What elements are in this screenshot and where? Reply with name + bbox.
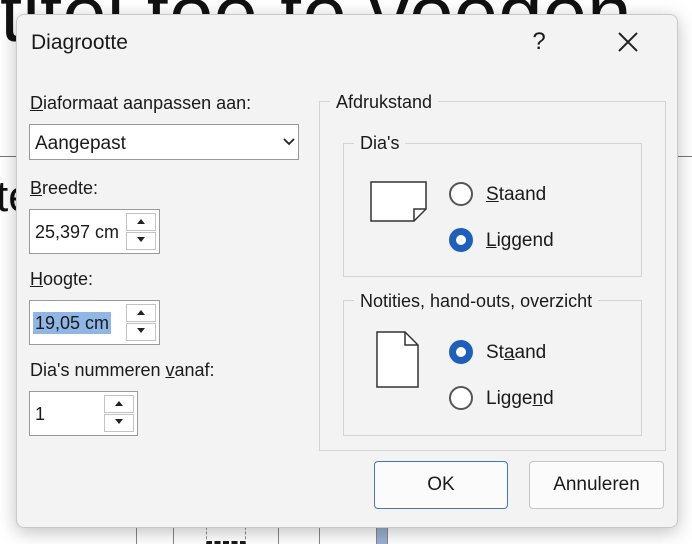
help-button[interactable]: ? bbox=[527, 25, 551, 59]
chevron-down-icon bbox=[283, 138, 295, 146]
height-input[interactable]: 19,05 cm bbox=[33, 312, 112, 334]
slides-portrait-label[interactable]: Staand bbox=[486, 184, 546, 206]
slide-size-value: Aangepast bbox=[35, 133, 126, 154]
dialog-titlebar: Diagrootte ? bbox=[17, 15, 677, 71]
cancel-button[interactable]: Annuleren bbox=[529, 461, 664, 509]
number-from-decrement-button[interactable] bbox=[104, 414, 134, 432]
height-decrement-button[interactable] bbox=[126, 323, 156, 341]
slide-size-select[interactable]: Aangepast bbox=[29, 124, 299, 160]
width-input[interactable]: 25,397 cm bbox=[35, 222, 119, 243]
notes-group-label: Notities, hand-outs, overzicht bbox=[354, 291, 599, 312]
number-from-increment-button[interactable] bbox=[104, 395, 134, 413]
triangle-down-icon bbox=[137, 237, 145, 242]
slide-size-for-label: Diaformaat aanpassen aan: bbox=[30, 93, 252, 113]
triangle-down-icon bbox=[115, 419, 123, 424]
number-slides-from-label: Dia's nummeren vanaf: bbox=[30, 360, 215, 380]
slide-landscape-icon bbox=[370, 181, 427, 222]
number-from-input[interactable]: 1 bbox=[35, 404, 45, 425]
width-decrement-button[interactable] bbox=[126, 232, 156, 250]
height-selected-text: 19,05 cm bbox=[33, 312, 112, 334]
close-button[interactable] bbox=[613, 25, 643, 59]
number-from-spinner[interactable]: 1 bbox=[29, 391, 138, 436]
triangle-down-icon bbox=[137, 328, 145, 333]
notes-landscape-radio[interactable] bbox=[449, 386, 473, 410]
close-icon bbox=[618, 32, 638, 52]
triangle-up-icon bbox=[137, 219, 145, 224]
width-spinner[interactable]: 25,397 cm bbox=[29, 209, 160, 254]
height-spinner[interactable]: 19,05 cm bbox=[29, 300, 160, 345]
slides-group-label: Dia's bbox=[354, 133, 406, 154]
notes-landscape-label[interactable]: Liggend bbox=[486, 388, 554, 410]
ok-button[interactable]: OK bbox=[374, 461, 508, 509]
slides-landscape-radio[interactable] bbox=[449, 228, 473, 252]
triangle-up-icon bbox=[115, 401, 123, 406]
notes-portrait-icon bbox=[376, 331, 419, 388]
notes-portrait-label[interactable]: Staand bbox=[486, 342, 546, 364]
slide-size-dialog: Diagrootte ? Diaformaat aanpassen aan: A… bbox=[16, 14, 678, 528]
width-increment-button[interactable] bbox=[126, 213, 156, 231]
triangle-up-icon bbox=[137, 310, 145, 315]
width-label: Breedte: bbox=[30, 178, 99, 198]
dialog-title: Diagrootte bbox=[31, 31, 128, 54]
height-increment-button[interactable] bbox=[126, 304, 156, 322]
height-label: Hoogte: bbox=[30, 269, 94, 289]
slides-portrait-radio[interactable] bbox=[449, 182, 473, 206]
orientation-group-label: Afdrukstand bbox=[330, 92, 439, 113]
notes-portrait-radio[interactable] bbox=[449, 340, 473, 364]
slides-landscape-label[interactable]: Liggend bbox=[486, 230, 554, 252]
